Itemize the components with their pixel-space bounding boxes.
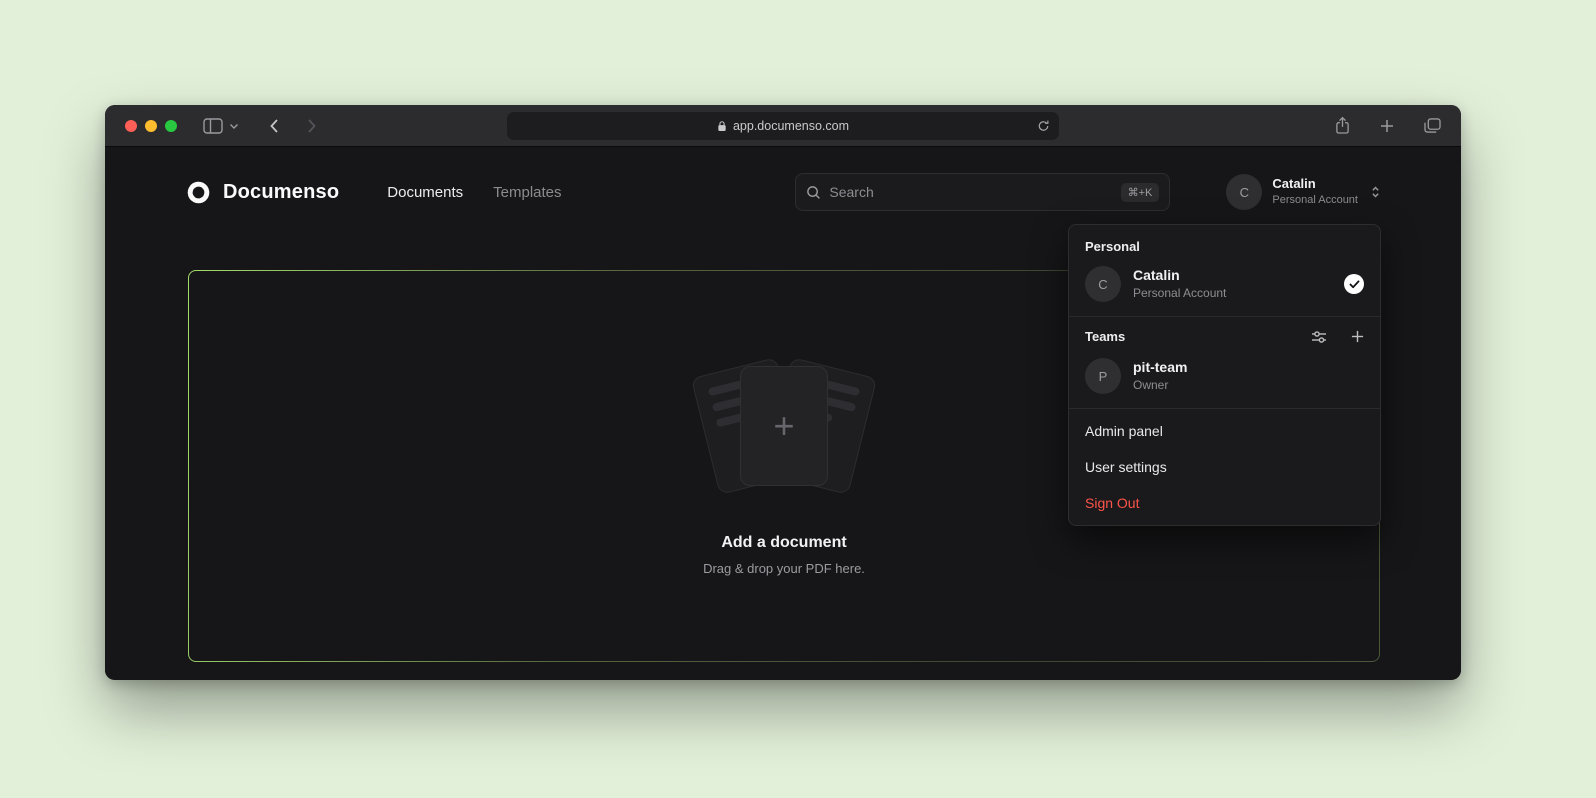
documenso-logo-icon	[185, 179, 212, 206]
account-name: Catalin	[1272, 176, 1358, 193]
new-tab-plus-icon[interactable]	[1380, 119, 1394, 133]
history-buttons	[269, 118, 317, 134]
team-meta: pit-team Owner	[1133, 358, 1187, 393]
create-team-plus-icon[interactable]	[1351, 330, 1364, 343]
personal-account-name: Catalin	[1133, 266, 1226, 285]
maximize-window-button[interactable]	[165, 120, 177, 132]
team-name: pit-team	[1133, 358, 1187, 377]
chevron-up-down-icon	[1370, 184, 1381, 200]
selected-check-icon	[1344, 274, 1364, 294]
avatar: C	[1226, 174, 1262, 210]
lock-icon	[717, 120, 727, 132]
dropzone-subtitle: Drag & drop your PDF here.	[703, 561, 865, 576]
search-bar[interactable]: ⌘+K	[795, 173, 1170, 211]
document-cards-illustration: +	[674, 356, 894, 498]
personal-account-row[interactable]: C Catalin Personal Account	[1069, 260, 1380, 316]
personal-account-meta: Catalin Personal Account	[1133, 266, 1226, 301]
teams-section-header: Teams	[1069, 317, 1380, 352]
account-type: Personal Account	[1272, 193, 1358, 207]
nav-item-templates[interactable]: Templates	[493, 184, 561, 201]
search-shortcut-badge: ⌘+K	[1121, 183, 1160, 202]
titlebar-left-controls	[203, 118, 317, 134]
menu-items: Admin panel User settings Sign Out	[1069, 409, 1380, 521]
forward-button-icon[interactable]	[307, 118, 317, 134]
card-center: +	[740, 366, 828, 486]
menu-item-sign-out[interactable]: Sign Out	[1069, 485, 1380, 521]
share-icon[interactable]	[1335, 116, 1350, 135]
search-input[interactable]	[829, 184, 1112, 200]
team-avatar: P	[1085, 358, 1121, 394]
search-icon	[806, 185, 821, 200]
window-controls	[105, 120, 177, 132]
minimize-window-button[interactable]	[145, 120, 157, 132]
account-dropdown-menu: Personal C Catalin Personal Account	[1068, 224, 1381, 526]
nav-item-documents[interactable]: Documents	[387, 184, 463, 201]
sidebar-toggle-icon[interactable]	[203, 118, 223, 134]
teams-section-label: Teams	[1085, 329, 1125, 344]
browser-window: app.documenso.com	[105, 105, 1461, 680]
tab-overview-icon[interactable]	[1424, 118, 1441, 133]
account-meta: Catalin Personal Account	[1272, 176, 1358, 207]
app-header: Documenso Documents Templates ⌘+K C	[105, 147, 1461, 211]
team-row[interactable]: P pit-team Owner	[1069, 352, 1380, 408]
plus-icon: +	[773, 408, 794, 444]
address-bar[interactable]: app.documenso.com	[507, 112, 1059, 140]
refresh-icon[interactable]	[1037, 119, 1050, 132]
titlebar-right-controls	[1335, 116, 1441, 135]
team-role: Owner	[1133, 377, 1187, 393]
account-menu-button[interactable]: C Catalin Personal Account	[1226, 174, 1381, 210]
personal-account-type: Personal Account	[1133, 285, 1226, 301]
browser-titlebar: app.documenso.com	[105, 105, 1461, 147]
dropzone-title: Add a document	[721, 534, 846, 552]
teams-actions	[1311, 330, 1364, 344]
back-button-icon[interactable]	[269, 118, 279, 134]
menu-item-admin-panel[interactable]: Admin panel	[1069, 413, 1380, 449]
close-window-button[interactable]	[125, 120, 137, 132]
personal-section-label: Personal	[1069, 225, 1380, 260]
avatar: C	[1085, 266, 1121, 302]
brand-name: Documenso	[223, 181, 339, 204]
url-text: app.documenso.com	[733, 119, 849, 133]
documenso-app: Documenso Documents Templates ⌘+K C	[105, 147, 1461, 679]
primary-nav: Documents Templates	[387, 184, 561, 201]
brand-logo-link[interactable]: Documenso	[185, 179, 339, 206]
menu-item-user-settings[interactable]: User settings	[1069, 449, 1380, 485]
manage-teams-sliders-icon[interactable]	[1311, 330, 1327, 344]
sidebar-chevron-down-icon[interactable]	[229, 122, 239, 130]
